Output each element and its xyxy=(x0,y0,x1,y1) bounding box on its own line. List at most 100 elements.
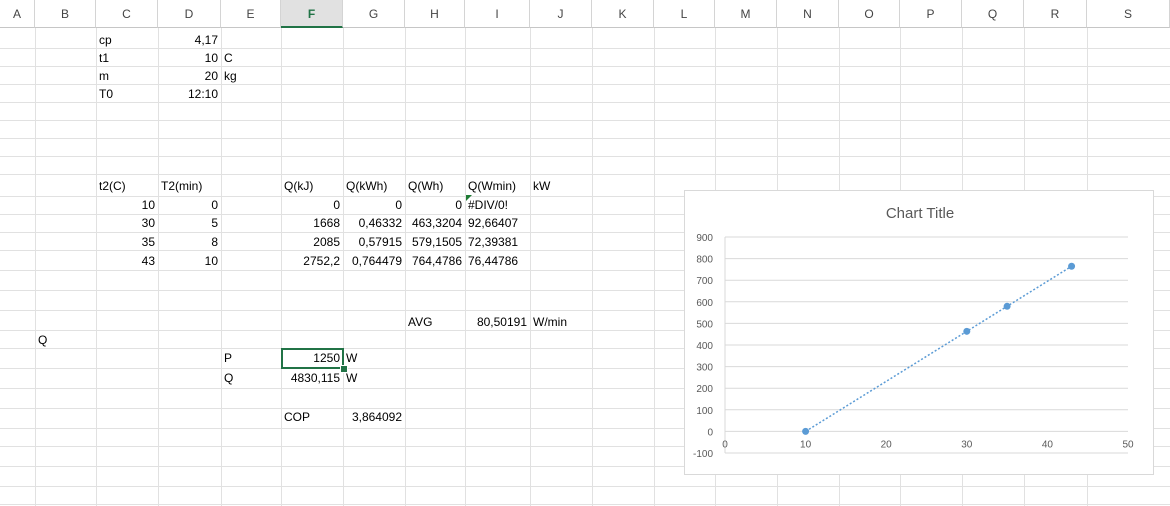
table-cell-qkj[interactable]: 2085 xyxy=(281,233,343,251)
column-header-a[interactable]: A xyxy=(0,0,35,28)
cell-g-Q[interactable]: W xyxy=(343,369,405,387)
data-point xyxy=(802,427,810,435)
cell-e-t1[interactable]: C xyxy=(221,49,281,67)
cell-d-t1[interactable]: 10 xyxy=(158,49,221,67)
table-cell-qwh[interactable]: 463,3204 xyxy=(405,214,465,232)
column-header-j[interactable]: J xyxy=(530,0,592,28)
table-cell-qwh[interactable]: 579,1505 xyxy=(405,233,465,251)
grid-hline xyxy=(0,156,1170,157)
header-QWh[interactable]: Q(Wh) xyxy=(405,177,465,195)
column-header-i[interactable]: I xyxy=(465,0,530,28)
table-cell-t2[interactable]: 10 xyxy=(158,252,221,270)
table-cell-t2[interactable]: 5 xyxy=(158,214,221,232)
column-header-k[interactable]: K xyxy=(592,0,654,28)
table-cell-qwmin[interactable]: #DIV/0! xyxy=(465,196,530,214)
cell-c-t1[interactable]: t1 xyxy=(96,49,158,67)
column-header-o[interactable]: O xyxy=(839,0,900,28)
fill-handle[interactable] xyxy=(340,365,348,373)
y-tick-label: 100 xyxy=(696,406,713,417)
cell-j-avg[interactable]: W/min xyxy=(530,313,590,331)
y-tick-label: 0 xyxy=(707,427,713,438)
column-header-p[interactable]: P xyxy=(900,0,962,28)
table-cell-qwh[interactable]: 0 xyxy=(405,196,465,214)
table-cell-qwh[interactable]: 764,4786 xyxy=(405,252,465,270)
cell-e-m[interactable]: kg xyxy=(221,67,281,85)
cell-c-T0[interactable]: T0 xyxy=(96,85,158,103)
column-header-r[interactable]: R xyxy=(1024,0,1087,28)
cell-i-avg[interactable]: 80,50191 xyxy=(465,313,530,331)
cell-c-m[interactable]: m xyxy=(96,67,158,85)
grid-hline xyxy=(0,504,1170,505)
column-header-n[interactable]: N xyxy=(777,0,839,28)
column-header-c[interactable]: C xyxy=(96,0,158,28)
column-header-l[interactable]: L xyxy=(654,0,715,28)
cell-f-cop[interactable]: COP xyxy=(281,408,343,426)
header-t2[interactable]: t2(C) xyxy=(96,177,158,195)
column-header-m[interactable]: M xyxy=(715,0,777,28)
data-point xyxy=(1003,302,1011,310)
table-cell-qkwh[interactable]: 0,46332 xyxy=(343,214,405,232)
cell-h-avg[interactable]: AVG xyxy=(405,313,465,331)
header-QkJ[interactable]: Q(kJ) xyxy=(281,177,343,195)
x-tick-label: 10 xyxy=(800,439,812,450)
cell-d-T0[interactable]: 12:10 xyxy=(158,85,221,103)
cell-d-cp[interactable]: 4,17 xyxy=(158,31,221,49)
column-header-f[interactable]: F xyxy=(281,0,343,28)
column-header-g[interactable]: G xyxy=(343,0,405,28)
column-header-d[interactable]: D xyxy=(158,0,221,28)
data-point xyxy=(963,327,971,335)
x-tick-label: 40 xyxy=(1042,439,1054,450)
spreadsheet-grid[interactable]: ABCDEFGHIJKLMNOPQRS cp 4,17 t1 10 C m 20… xyxy=(0,0,1170,506)
table-cell-t2[interactable]: 43 xyxy=(96,252,158,270)
y-tick-label: 800 xyxy=(696,255,713,266)
table-cell-qkwh[interactable]: 0,57915 xyxy=(343,233,405,251)
table-cell-qkj[interactable]: 2752,2 xyxy=(281,252,343,270)
error-indicator-icon[interactable] xyxy=(466,195,472,201)
header-T2[interactable]: T2(min) xyxy=(158,177,221,195)
cell-e-P[interactable]: P xyxy=(221,349,281,367)
chart-title: Chart Title xyxy=(886,205,954,222)
table-cell-qwmin[interactable]: 92,66407 xyxy=(465,214,530,232)
column-header-s[interactable]: S xyxy=(1087,0,1170,28)
header-QkWh[interactable]: Q(kWh) xyxy=(343,177,405,195)
grid-hline xyxy=(0,138,1170,139)
grid-vline xyxy=(654,28,655,506)
table-cell-qkwh[interactable]: 0,764479 xyxy=(343,252,405,270)
grid-vline xyxy=(35,28,36,506)
scatter-chart[interactable]: Chart Title -100 0 100 200 300 400 500 600 700 800… xyxy=(684,190,1154,475)
table-cell-qkj[interactable]: 1668 xyxy=(281,214,343,232)
x-tick-label: 0 xyxy=(722,439,728,450)
x-tick-label: 20 xyxy=(881,439,893,450)
cell-d-m[interactable]: 20 xyxy=(158,67,221,85)
table-cell-t2[interactable]: 0 xyxy=(158,196,221,214)
grid-vline xyxy=(221,28,222,506)
y-tick-label: 400 xyxy=(696,341,713,352)
table-cell-qkwh[interactable]: 0 xyxy=(343,196,405,214)
column-header-h[interactable]: H xyxy=(405,0,465,28)
y-tick-label: 900 xyxy=(696,233,713,244)
cell-f-Q[interactable]: 4830,115 xyxy=(281,369,343,387)
table-cell-t2[interactable]: 10 xyxy=(96,196,158,214)
grid-vline xyxy=(530,28,531,506)
column-header-b[interactable]: B xyxy=(35,0,96,28)
column-header-q[interactable]: Q xyxy=(962,0,1024,28)
grid-vline xyxy=(592,28,593,506)
cell-a-Q[interactable]: Q xyxy=(35,331,96,349)
table-cell-qkj[interactable]: 0 xyxy=(281,196,343,214)
table-cell-t2[interactable]: 30 xyxy=(96,214,158,232)
cell-e-Q[interactable]: Q xyxy=(221,369,281,387)
table-cell-t2[interactable]: 8 xyxy=(158,233,221,251)
cell-g-P[interactable]: W xyxy=(343,349,405,367)
header-kW[interactable]: kW xyxy=(530,177,590,195)
table-cell-qwmin[interactable]: 72,39381 xyxy=(465,233,530,251)
column-header-e[interactable]: E xyxy=(221,0,281,28)
y-tick-label: 600 xyxy=(696,298,713,309)
cell-g-cop[interactable]: 3,864092 xyxy=(343,408,405,426)
active-cell-selection[interactable] xyxy=(281,348,344,369)
table-cell-qwmin[interactable]: 76,44786 xyxy=(465,252,530,270)
x-tick-label: 30 xyxy=(961,439,973,450)
x-tick-label: 50 xyxy=(1122,439,1134,450)
cell-c-cp[interactable]: cp xyxy=(96,31,158,49)
header-QWmin[interactable]: Q(Wmin) xyxy=(465,177,530,195)
table-cell-t2[interactable]: 35 xyxy=(96,233,158,251)
